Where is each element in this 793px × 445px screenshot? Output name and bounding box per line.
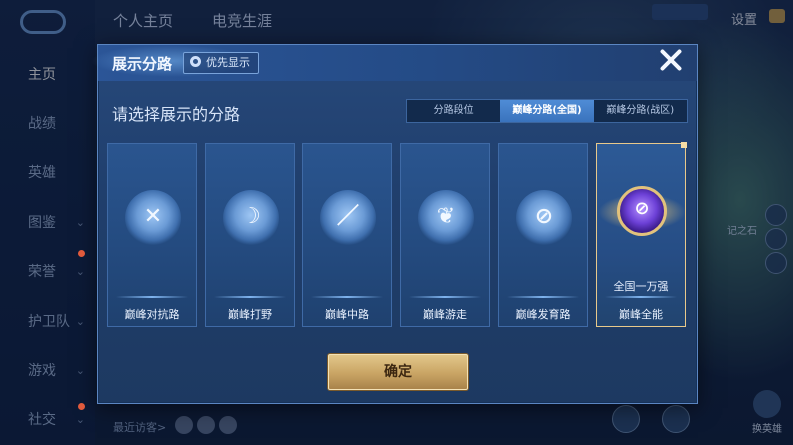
confirm-button[interactable]: 确定 [328,354,468,390]
dialog-header: 展示分路 优先显示 [76,39,697,83]
lane-card[interactable]: ⊘ 全国一万强巅峰全能 [583,142,701,327]
segment-tab[interactable]: 巅峰分路(全国) [500,100,594,122]
dragon-icon: ☽ [241,204,261,229]
dialog-title: 展示分路 [112,55,173,73]
medal-glyph: ⊘ [634,198,650,219]
lane-card[interactable]: ❦ 巅峰游走 [400,143,490,327]
card-divider [116,296,188,298]
lane-card-label: 巅峰对抗路 [124,308,180,321]
card-divider [409,296,481,298]
lane-card-label: 巅峰打野 [228,308,272,321]
lane-card-label: 巅峰游走 [423,308,467,321]
notification-dot [78,250,85,257]
lane-card[interactable]: ☽ 巅峰打野 [205,143,295,327]
crosshair-icon: ⊘ [534,204,554,229]
lane-card-list: ✕ 巅峰对抗路 ☽ 巅峰打野 ／ 巅峰中路 ❦ 巅峰游走 ⊘ 巅峰发育路 ⊘ 全国一万强巅峰全能 [107,142,701,329]
blade-slash-icon: ／ [336,204,359,229]
lane-card-label: 巅峰全能 [619,308,663,321]
display-lane-dialog: 展示分路 优先显示 请选择展示的分路 分路段位 巅峰分路(全国) 巅峰分路(战区) … [76,39,701,404]
lane-card[interactable]: ✕ 巅峰对抗路 [107,143,197,327]
crossed-swords-icon: ✕ [143,204,163,229]
close-icon[interactable] [658,47,684,73]
lane-card[interactable]: ⊘ 巅峰发育路 [498,143,588,327]
lane-card-label: 巅峰发育路 [515,308,571,321]
priority-display-label: 优先显示 [206,56,250,69]
gear-icon [190,56,201,67]
lane-card[interactable]: ／ 巅峰中路 [302,143,392,327]
card-divider [214,296,286,298]
card-divider [507,296,579,298]
selected-corner-mark [681,142,687,148]
notification-dot [78,403,85,410]
card-divider [311,296,383,298]
segment-tab[interactable]: 巅峰分路(战区) [594,100,687,122]
card-divider [605,296,677,298]
lane-scope-segmented-control: 分路段位 巅峰分路(全国) 巅峰分路(战区) [406,99,688,123]
segment-tab[interactable]: 分路段位 [407,100,500,122]
rank-text: 全国一万强 [613,280,669,293]
wings-icon: ❦ [436,204,456,229]
lane-card-label: 巅峰中路 [325,308,369,321]
priority-display-button[interactable]: 优先显示 [183,52,259,74]
dialog-subtitle: 请选择展示的分路 [112,105,241,124]
